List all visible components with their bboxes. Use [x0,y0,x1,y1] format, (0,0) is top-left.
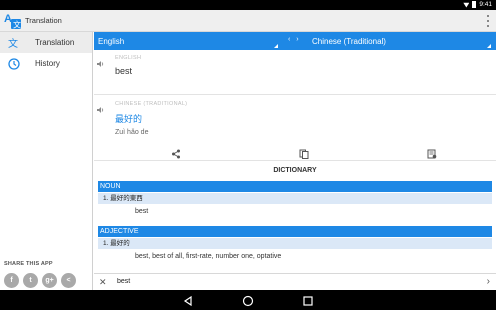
swap-languages-button[interactable]: ‹ › [288,36,301,43]
target-language-select[interactable]: Chinese (Traditional) [312,37,386,46]
part-of-speech-header: ADJECTIVE [98,226,492,237]
status-bar: 9:41 [0,0,496,10]
share-buttons: f t g+ < [4,273,76,288]
translate-icon: 文 [8,37,20,49]
clear-icon[interactable]: ✕ [99,277,107,288]
status-icons: 9:41 [463,1,492,8]
clock-icon [8,57,20,70]
sidebar-item-translation[interactable]: 文 Translation [0,32,92,53]
dictionary-translations: best [135,208,149,215]
language-bar: English ‹ › Chinese (Traditional) [94,32,496,50]
svg-text:文: 文 [8,37,18,49]
chevron-right-icon[interactable]: › [487,276,490,287]
translation-input-bar: ✕ › [94,273,496,290]
translation-input[interactable] [117,278,457,285]
app-title: Translation [25,16,62,25]
source-language-select[interactable]: English [98,37,124,46]
battery-icon [472,1,477,8]
pinyin-text: Zuì hǎo de [115,129,149,136]
svg-text:A: A [4,13,12,25]
dictionary-title: DICTIONARY [273,167,317,174]
sidebar-item-label: History [35,59,60,68]
app-logo-icon: A 文 [4,12,22,30]
status-time: 9:41 [479,1,492,8]
app-bar: A 文 Translation [0,10,496,32]
back-icon[interactable] [182,294,194,307]
target-language-label: CHINESE (TRADITIONAL) [115,101,188,107]
speaker-icon[interactable] [97,55,105,67]
share-icon[interactable]: < [61,273,76,288]
chevron-down-icon [487,44,491,48]
twitter-icon[interactable]: t [23,273,38,288]
nav-drawer: 文 Translation History SHARE THIS APP f t… [0,32,93,290]
divider [94,94,496,95]
dictionary-translations: best, best of all, first-rate, number on… [135,253,282,260]
googleplus-icon[interactable]: g+ [42,273,57,288]
divider [94,160,496,161]
main-panel: English ‹ › Chinese (Traditional) ENGLIS… [94,32,496,290]
wifi-icon [463,2,470,8]
sidebar-item-label: Translation [35,38,75,47]
copy-icon[interactable] [299,146,309,159]
facebook-icon[interactable]: f [4,273,19,288]
dictionary-sense: 1. 最好的 [98,238,492,249]
share-label: SHARE THIS APP [4,261,53,267]
source-text[interactable]: best [115,66,132,76]
recents-icon[interactable] [302,294,314,306]
part-of-speech-header: NOUN [98,181,492,192]
speaker-icon[interactable] [97,101,105,113]
fullscreen-text-icon[interactable] [427,146,437,159]
home-icon[interactable] [242,294,254,307]
share-icon[interactable] [171,146,181,159]
translated-text: 最好的 [115,114,143,124]
chevron-down-icon [274,44,278,48]
overflow-menu-icon[interactable] [486,15,490,27]
source-language-label: ENGLISH [115,55,142,61]
sidebar-item-history[interactable]: History [0,53,92,74]
action-bar [94,143,496,159]
svg-text:文: 文 [13,20,21,30]
dictionary-sense: 1. 最好的東西 [98,193,492,204]
system-nav-bar [0,290,496,310]
